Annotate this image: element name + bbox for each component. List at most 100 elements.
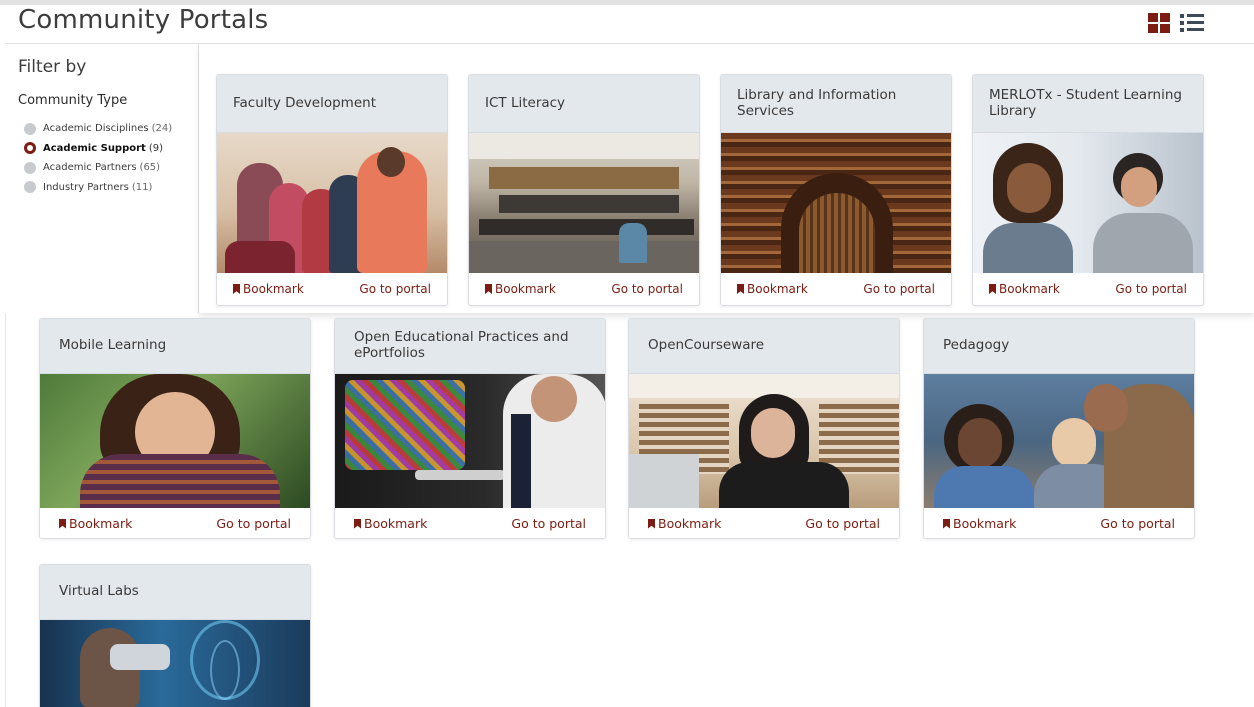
filter-list: Academic Disciplines (24) Academic Suppo… bbox=[24, 119, 172, 197]
card-footer: Bookmark Go to portal bbox=[924, 508, 1194, 538]
card-image-phone-user[interactable] bbox=[40, 374, 310, 508]
portal-card-mobile-learning[interactable]: Mobile Learning Bookmark Go to portal bbox=[39, 318, 311, 539]
filter-option-academic-disciplines[interactable]: Academic Disciplines (24) bbox=[24, 119, 172, 139]
portal-card-faculty-development[interactable]: Faculty Development Bookmark Go to porta… bbox=[216, 74, 448, 306]
radio-icon[interactable] bbox=[24, 181, 36, 194]
card-footer: Bookmark Go to portal bbox=[217, 273, 447, 305]
go-to-portal-link[interactable]: Go to portal bbox=[611, 282, 683, 296]
grid-view-icon[interactable] bbox=[1148, 13, 1170, 33]
filter-option-label: Academic Disciplines bbox=[43, 123, 149, 135]
go-to-portal-link[interactable]: Go to portal bbox=[359, 282, 431, 296]
go-to-portal-link[interactable]: Go to portal bbox=[863, 282, 935, 296]
card-title[interactable]: OpenCourseware bbox=[648, 338, 764, 354]
bookmark-button[interactable]: Bookmark bbox=[943, 516, 1016, 531]
bookmark-button[interactable]: Bookmark bbox=[485, 282, 556, 296]
card-header: Open Educational Practices and ePortfoli… bbox=[335, 319, 605, 374]
card-header: OpenCourseware bbox=[629, 319, 899, 374]
card-footer: Bookmark Go to portal bbox=[973, 273, 1203, 305]
filter-option-label: Industry Partners bbox=[43, 181, 129, 193]
card-footer: Bookmark Go to portal bbox=[40, 508, 310, 538]
card-image-computer-lab[interactable] bbox=[469, 133, 699, 273]
card-title[interactable]: Virtual Labs bbox=[59, 584, 139, 600]
card-header: Pedagogy bbox=[924, 319, 1194, 374]
bookmark-button[interactable]: Bookmark bbox=[989, 282, 1060, 296]
bookmark-icon bbox=[648, 518, 655, 529]
card-image-classroom[interactable] bbox=[217, 133, 447, 273]
list-view-icon[interactable] bbox=[1180, 13, 1204, 33]
bookmark-icon bbox=[354, 518, 361, 529]
bookmark-button[interactable]: Bookmark bbox=[59, 516, 132, 531]
portal-card-pedagogy[interactable]: Pedagogy Bookmark Go to portal bbox=[923, 318, 1195, 539]
portal-card-opencourseware[interactable]: OpenCourseware Bookmark Go to portal bbox=[628, 318, 900, 539]
bookmark-button[interactable]: Bookmark bbox=[233, 282, 304, 296]
card-title[interactable]: Library and Information Services bbox=[737, 87, 935, 119]
card-title[interactable]: ICT Literacy bbox=[485, 95, 565, 112]
card-image-group-study[interactable] bbox=[924, 374, 1194, 508]
bookmark-label: Bookmark bbox=[364, 516, 428, 531]
card-header: Virtual Labs bbox=[40, 565, 310, 620]
go-to-portal-link[interactable]: Go to portal bbox=[216, 516, 291, 531]
page-header: Community Portals bbox=[5, 5, 1254, 44]
bookmark-icon bbox=[233, 284, 240, 294]
card-title[interactable]: MERLOTx - Student Learning Library bbox=[989, 87, 1187, 119]
radio-icon[interactable] bbox=[24, 122, 36, 135]
card-header: Faculty Development bbox=[217, 75, 447, 133]
bookmark-button[interactable]: Bookmark bbox=[648, 516, 721, 531]
bookmark-button[interactable]: Bookmark bbox=[354, 516, 427, 531]
filter-title: Filter by bbox=[18, 57, 87, 77]
card-header: MERLOTx - Student Learning Library bbox=[973, 75, 1203, 133]
filter-option-label: Academic Partners bbox=[43, 162, 137, 174]
radio-icon[interactable] bbox=[24, 161, 36, 174]
page-title: Community Portals bbox=[18, 5, 269, 35]
filter-option-label: Academic Support bbox=[43, 142, 146, 154]
card-header: Library and Information Services bbox=[721, 75, 951, 133]
filter-option-industry-partners[interactable]: Industry Partners (11) bbox=[24, 178, 172, 198]
bookmark-label: Bookmark bbox=[953, 516, 1017, 531]
filter-option-count: (9) bbox=[148, 142, 164, 154]
card-footer: Bookmark Go to portal bbox=[335, 508, 605, 538]
bookmark-label: Bookmark bbox=[999, 282, 1060, 296]
card-footer: Bookmark Go to portal bbox=[469, 273, 699, 305]
bookmark-icon bbox=[989, 284, 996, 294]
bookmark-icon bbox=[737, 284, 744, 294]
filter-option-count: (24) bbox=[151, 123, 173, 135]
filter-option-academic-partners[interactable]: Academic Partners (65) bbox=[24, 158, 172, 178]
bookmark-label: Bookmark bbox=[495, 282, 556, 296]
go-to-portal-link[interactable]: Go to portal bbox=[511, 516, 586, 531]
bookmark-label: Bookmark bbox=[69, 516, 133, 531]
card-title[interactable]: Mobile Learning bbox=[59, 338, 166, 354]
bookmark-icon bbox=[485, 284, 492, 294]
filter-option-academic-support[interactable]: Academic Support (9) bbox=[24, 139, 172, 159]
portal-card-merlotx-student-learning-library[interactable]: MERLOTx - Student Learning Library Bookm… bbox=[972, 74, 1204, 306]
filter-option-count: (11) bbox=[131, 181, 153, 193]
bookmark-label: Bookmark bbox=[658, 516, 722, 531]
filter-sidebar: Filter by Community Type Academic Discip… bbox=[5, 44, 199, 313]
radio-selected-icon[interactable] bbox=[24, 142, 36, 155]
filter-option-count: (65) bbox=[139, 162, 161, 174]
bookmark-label: Bookmark bbox=[747, 282, 808, 296]
go-to-portal-link[interactable]: Go to portal bbox=[1100, 516, 1175, 531]
card-header: ICT Literacy bbox=[469, 75, 699, 133]
bookmark-icon bbox=[59, 518, 66, 529]
card-title[interactable]: Faculty Development bbox=[233, 95, 376, 112]
portal-card-library-and-information-services[interactable]: Library and Information Services Bookmar… bbox=[720, 74, 952, 306]
bookmark-button[interactable]: Bookmark bbox=[737, 282, 808, 296]
card-title[interactable]: Pedagogy bbox=[943, 338, 1009, 354]
card-image-library-hall[interactable] bbox=[721, 133, 951, 273]
go-to-portal-link[interactable]: Go to portal bbox=[805, 516, 880, 531]
card-image-students[interactable] bbox=[973, 133, 1203, 273]
go-to-portal-link[interactable]: Go to portal bbox=[1115, 282, 1187, 296]
view-toggle bbox=[1148, 13, 1204, 33]
card-image-vr-headset[interactable] bbox=[40, 620, 310, 707]
card-image-tablet-apps[interactable] bbox=[335, 374, 605, 508]
portal-card-ict-literacy[interactable]: ICT Literacy Bookmark Go to portal bbox=[468, 74, 700, 306]
bookmark-icon bbox=[943, 518, 950, 529]
bookmark-label: Bookmark bbox=[243, 282, 304, 296]
card-header: Mobile Learning bbox=[40, 319, 310, 374]
portal-card-virtual-labs[interactable]: Virtual Labs bbox=[39, 564, 311, 707]
card-title[interactable]: Open Educational Practices and ePortfoli… bbox=[354, 330, 589, 361]
filter-section-title: Community Type bbox=[18, 93, 128, 108]
card-image-laptop-student[interactable] bbox=[629, 374, 899, 508]
card-footer: Bookmark Go to portal bbox=[629, 508, 899, 538]
portal-card-open-educational-practices[interactable]: Open Educational Practices and ePortfoli… bbox=[334, 318, 606, 539]
